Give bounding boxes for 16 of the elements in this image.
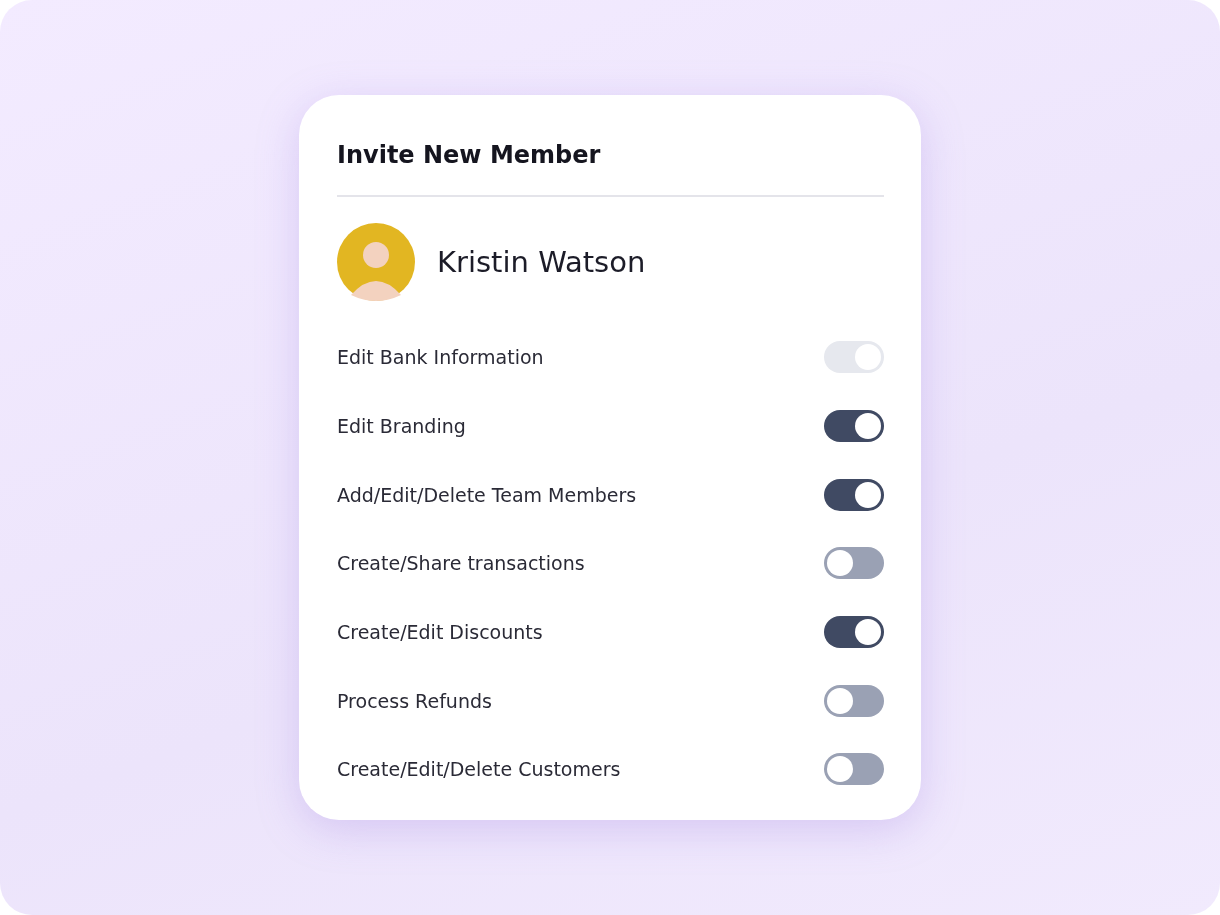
permission-label: Edit Bank Information <box>337 346 544 369</box>
permission-label: Add/Edit/Delete Team Members <box>337 483 637 506</box>
toggle-switch[interactable] <box>824 410 884 443</box>
permission-label: Create/Edit Discounts <box>337 621 543 644</box>
card-title: Invite New Member <box>337 140 602 171</box>
avatar-icon <box>337 223 415 301</box>
permission-label: Create/Edit/Delete Customers <box>337 758 621 781</box>
toggle-switch[interactable] <box>824 616 884 649</box>
member-name: Kristin Watson <box>437 245 646 279</box>
permission-label: Edit Branding <box>337 415 466 438</box>
toggle-switch[interactable] <box>824 684 884 717</box>
toggle-switch[interactable] <box>824 753 884 786</box>
toggle-switch[interactable] <box>824 478 884 511</box>
permission-label: Process Refunds <box>337 689 492 712</box>
permission-label: Create/Share transactions <box>337 552 585 575</box>
toggle-switch[interactable] <box>824 547 884 580</box>
